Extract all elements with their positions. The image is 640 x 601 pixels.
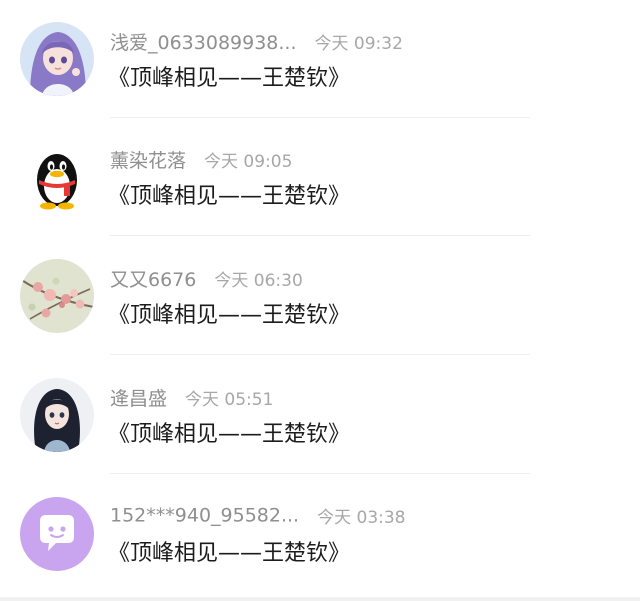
message-text: 《顶峰相见——王楚钦》 [108, 541, 351, 566]
message-item[interactable]: 薰染花落 今天 09:05 《顶峰相见——王楚钦》 [0, 118, 640, 236]
message-text: 《顶峰相见——王楚钦》 [108, 184, 351, 209]
chat-bubble-icon [20, 497, 94, 571]
divider [110, 473, 530, 474]
chat-bubble-avatar[interactable] [20, 497, 94, 571]
message-meta: 逄昌盛 今天 05:51 [110, 384, 273, 412]
message-list: 浅爱_0633089938... 今天 09:32 《顶峰相见——王楚钦》 薰染… [0, 0, 640, 601]
message-text: 《顶峰相见——王楚钦》 [108, 303, 351, 328]
qq-penguin-avatar[interactable] [20, 140, 94, 214]
message-meta: 浅爱_0633089938... 今天 09:32 [110, 28, 403, 56]
anime-girl-icon [20, 22, 94, 96]
anime-girl-avatar[interactable] [20, 22, 94, 96]
message-time: 今天 03:38 [317, 508, 406, 528]
divider [110, 354, 530, 355]
message-time: 今天 09:32 [314, 34, 403, 54]
message-text: 《顶峰相见——王楚钦》 [108, 422, 351, 447]
divider [110, 235, 530, 236]
qq-penguin-icon [20, 140, 94, 214]
bottom-divider [0, 597, 640, 601]
dark-hair-girl-icon [20, 378, 94, 452]
dark-hair-girl-avatar[interactable] [20, 378, 94, 452]
message-item[interactable]: 152***940_95582... 今天 03:38 《顶峰相见——王楚钦》 [0, 475, 640, 593]
flower-branch-avatar[interactable] [20, 259, 94, 333]
sender-name[interactable]: 浅爱_0633089938... [110, 32, 297, 54]
message-meta: 薰染花落 今天 09:05 [110, 146, 292, 174]
sender-name[interactable]: 152***940_95582... [110, 505, 299, 527]
message-meta: 又又6676 今天 06:30 [110, 265, 303, 293]
message-item[interactable]: 逄昌盛 今天 05:51 《顶峰相见——王楚钦》 [0, 356, 640, 474]
sender-name[interactable]: 又又6676 [110, 269, 196, 291]
flower-branch-icon [20, 259, 94, 333]
message-time: 今天 09:05 [204, 152, 293, 172]
message-time: 今天 05:51 [185, 390, 274, 410]
message-time: 今天 06:30 [214, 271, 303, 291]
message-text: 《顶峰相见——王楚钦》 [108, 66, 351, 91]
message-item[interactable]: 浅爱_0633089938... 今天 09:32 《顶峰相见——王楚钦》 [0, 0, 640, 118]
sender-name[interactable]: 薰染花落 [110, 150, 186, 172]
sender-name[interactable]: 逄昌盛 [110, 388, 167, 410]
message-item[interactable]: 又又6676 今天 06:30 《顶峰相见——王楚钦》 [0, 237, 640, 355]
message-meta: 152***940_95582... 今天 03:38 [110, 503, 406, 531]
